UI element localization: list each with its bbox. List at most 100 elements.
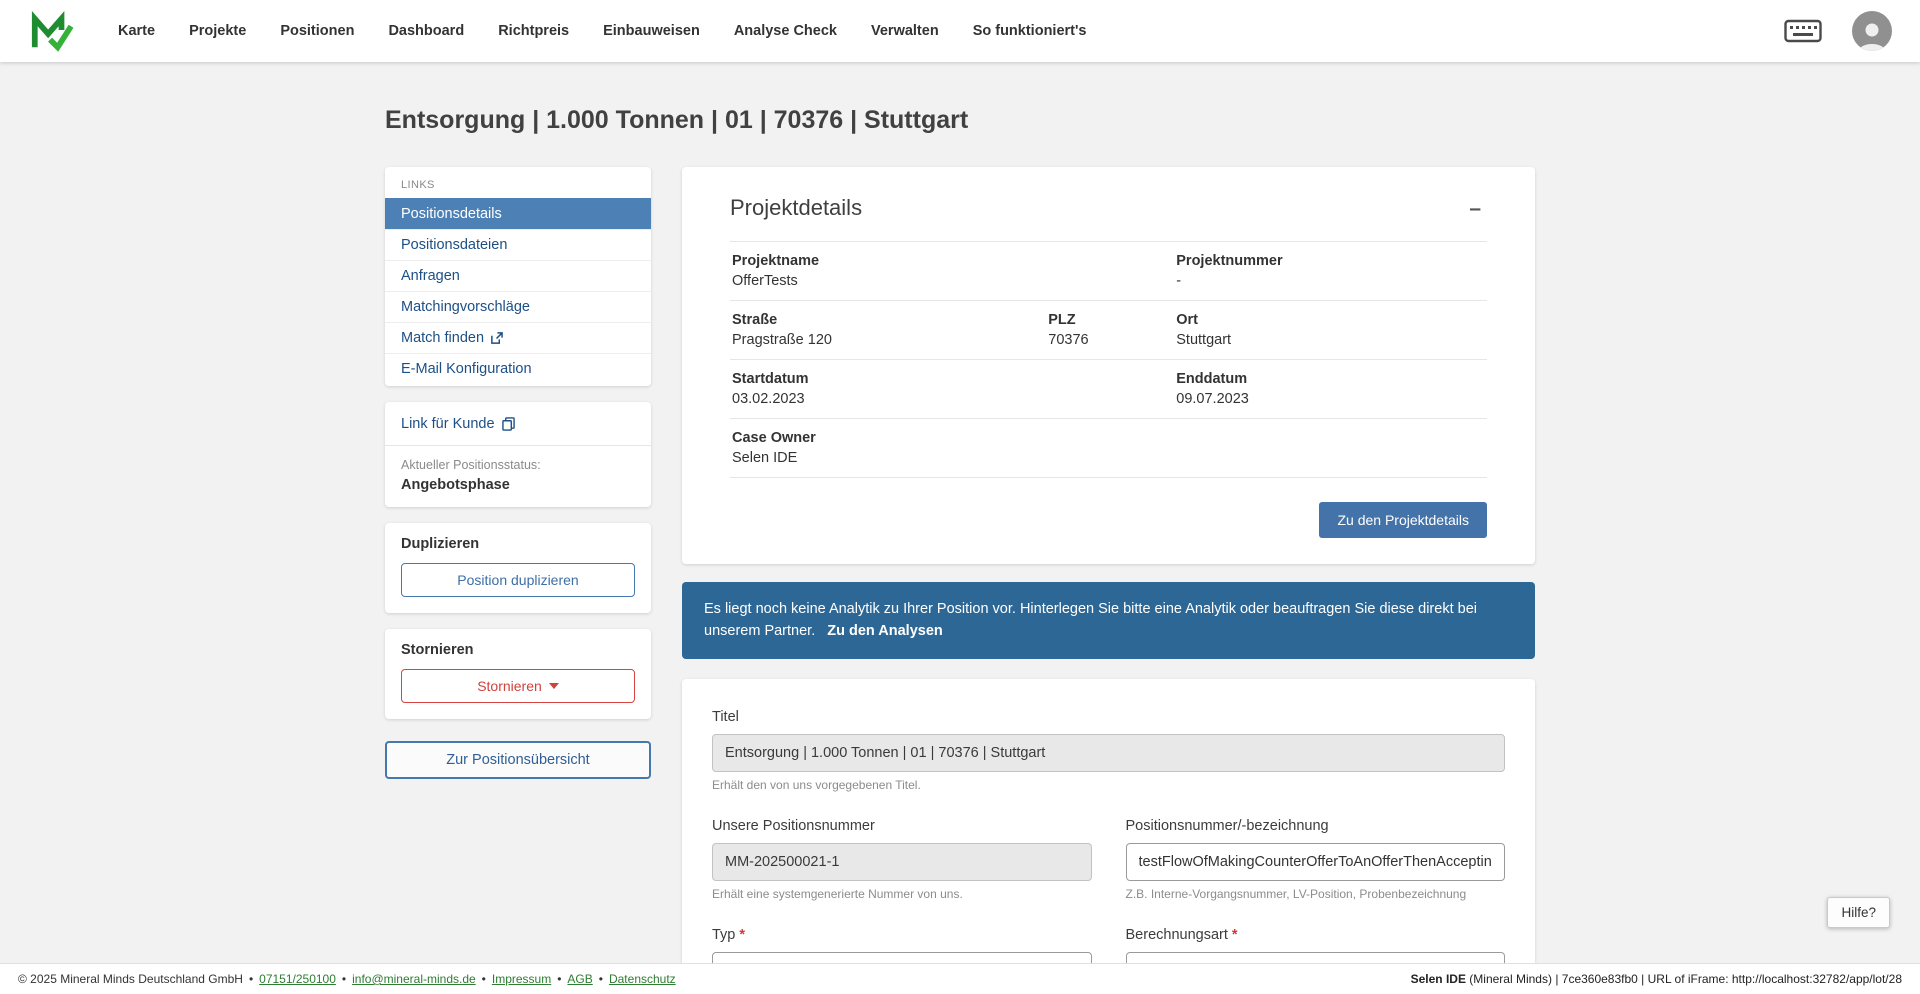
main-navigation: Karte Projekte Positionen Dashboard Rich…	[118, 23, 1087, 39]
cancel-button-label: Stornieren	[477, 678, 542, 694]
keyboard-icon[interactable]	[1784, 19, 1822, 43]
field-value: Stuttgart	[1176, 332, 1232, 348]
project-detail-row: Case Owner Selen IDE	[730, 419, 1487, 478]
nav-item-projekte[interactable]: Projekte	[189, 23, 246, 39]
positionsnummer-input	[712, 842, 1092, 881]
field-label: Startdatum	[732, 371, 809, 387]
project-details-card: Projektdetails – Projektname OfferTests …	[682, 167, 1535, 564]
agb-link[interactable]: AGB	[567, 972, 592, 986]
field-value: OfferTests	[732, 273, 798, 289]
project-details-title: Projektdetails	[730, 195, 863, 220]
field-label: Enddatum	[1176, 371, 1248, 387]
nav-item-karte[interactable]: Karte	[118, 23, 155, 39]
sidebar-item-anfragen[interactable]: Anfragen	[385, 260, 651, 291]
banner-text: Es liegt noch keine Analytik zu Ihrer Po…	[704, 601, 1477, 640]
page-title: Entsorgung | 1.000 Tonnen | 01 | 70376 |…	[385, 106, 969, 134]
nav-item-positionen[interactable]: Positionen	[280, 23, 354, 39]
field-value: 03.02.2023	[732, 391, 805, 407]
field-ort: Ort Stuttgart	[1176, 312, 1485, 348]
field-label: Projektname	[732, 253, 820, 269]
positionsnummer-helper: Erhält eine systemgenerierte Nummer von …	[712, 886, 963, 901]
position-status-label: Aktueller Positionsstatus:	[401, 458, 541, 472]
customer-link[interactable]: Link für Kunde	[401, 416, 515, 432]
separator: •	[341, 972, 347, 986]
berechnungsart-label-text: Berechnungsart	[1125, 926, 1228, 943]
field-plz: PLZ 70376	[1048, 312, 1176, 348]
required-asterisk: *	[1231, 926, 1238, 943]
separator: •	[557, 972, 562, 986]
project-detail-row: Projektname OfferTests Projektnummer -	[730, 242, 1487, 301]
field-label: Ort	[1176, 312, 1198, 328]
field-projektname: Projektname OfferTests	[732, 253, 1176, 289]
titel-helper: Erhält den von uns vorgegebenen Titel.	[712, 777, 921, 792]
help-button[interactable]: Hilfe?	[1827, 897, 1890, 928]
sidebar-item-label: E-Mail Konfiguration	[401, 361, 532, 377]
cancel-position-button[interactable]: Stornieren	[401, 669, 635, 703]
field-value: Selen IDE	[732, 450, 798, 466]
impressum-link[interactable]: Impressum	[492, 972, 551, 986]
separator: •	[248, 972, 254, 986]
positionsnummer-field-group: Unsere Positionsnummer Erhält eine syste…	[712, 818, 1092, 901]
field-value: 70376	[1048, 332, 1089, 348]
required-asterisk: *	[739, 926, 746, 943]
nav-item-einbauweisen[interactable]: Einbauweisen	[603, 23, 700, 39]
bezeichnung-input[interactable]	[1125, 842, 1505, 881]
sidebar-item-label: Matchingvorschläge	[401, 299, 530, 315]
go-to-analyses-link[interactable]: Zu den Analysen	[827, 623, 942, 639]
nav-item-richtpreis[interactable]: Richtpreis	[498, 23, 569, 39]
phone-link[interactable]: 07151/250100	[259, 972, 336, 986]
duplicate-heading: Duplizieren	[401, 536, 480, 552]
collapse-button[interactable]: –	[1463, 196, 1487, 221]
field-label: Projektnummer	[1176, 253, 1283, 269]
position-overview-button[interactable]: Zur Positionsübersicht	[385, 741, 651, 779]
position-status-value: Angebotsphase	[401, 477, 510, 493]
field-value: Pragstraße 120	[732, 332, 832, 348]
separator: •	[481, 972, 486, 986]
session-info: Selen IDE (Mineral Minds) | 7ce360e83fb0…	[1411, 972, 1902, 986]
sidebar-item-label: Match finden	[401, 330, 485, 346]
bezeichnung-label: Positionsnummer/-bezeichnung	[1125, 817, 1329, 834]
sidebar-item-label: Positionsdetails	[401, 206, 502, 222]
positionsnummer-label: Unsere Positionsnummer	[712, 817, 875, 834]
customer-link-label: Link für Kunde	[401, 416, 495, 432]
cancel-heading: Stornieren	[401, 642, 474, 658]
footer: © 2025 Mineral Minds Deutschland GmbH • …	[0, 963, 1920, 994]
sidebar-item-match-finden[interactable]: Match finden	[385, 322, 651, 353]
field-value: -	[1176, 273, 1182, 289]
typ-label: Typ *	[712, 927, 1092, 943]
field-label: Straße	[732, 312, 778, 328]
field-startdatum: Startdatum 03.02.2023	[732, 371, 1176, 407]
sidebar: LINKS Positionsdetails Positionsdateien …	[385, 167, 651, 779]
nav-item-dashboard[interactable]: Dashboard	[388, 23, 464, 39]
sidebar-item-positionsdetails[interactable]: Positionsdetails	[385, 198, 651, 229]
top-navbar: Karte Projekte Positionen Dashboard Rich…	[0, 0, 1920, 62]
external-link-icon	[491, 331, 503, 344]
datenschutz-link[interactable]: Datenschutz	[609, 972, 676, 986]
titel-label: Titel	[712, 708, 739, 725]
sidebar-item-email-konfiguration[interactable]: E-Mail Konfiguration	[385, 353, 651, 384]
nav-item-analyse-check[interactable]: Analyse Check	[734, 23, 837, 39]
sidebar-item-matchingvorschlaege[interactable]: Matchingvorschläge	[385, 291, 651, 322]
field-label: Case Owner	[732, 430, 816, 446]
titel-input	[712, 733, 1505, 772]
duplicate-position-button[interactable]: Position duplizieren	[401, 563, 635, 597]
chevron-down-icon	[548, 683, 559, 689]
field-label: PLZ	[1048, 312, 1076, 328]
field-projektnummer: Projektnummer -	[1176, 253, 1485, 289]
session-details: (Mineral Minds) | 7ce360e83fb0 | URL of …	[1469, 972, 1902, 986]
session-user: Selen IDE	[1410, 972, 1466, 986]
email-link[interactable]: info@mineral-minds.de	[352, 972, 476, 986]
nav-item-so-funktionierts[interactable]: So funktioniert's	[973, 23, 1087, 39]
project-detail-row: Startdatum 03.02.2023 Enddatum 09.07.202…	[730, 360, 1487, 419]
berechnungsart-label: Berechnungsart *	[1126, 927, 1506, 943]
copy-icon	[501, 417, 515, 431]
nav-item-verwalten[interactable]: Verwalten	[871, 23, 939, 39]
mineral-minds-logo[interactable]	[28, 8, 78, 54]
position-form-card: Titel Erhält den von uns vorgegebenen Ti…	[682, 678, 1535, 994]
bezeichnung-helper: Z.B. Interne-Vorgangsnummer, LV-Position…	[1125, 886, 1467, 901]
sidebar-item-positionsdateien[interactable]: Positionsdateien	[385, 229, 651, 260]
bezeichnung-field-group: Positionsnummer/-bezeichnung Z.B. Intern…	[1125, 817, 1505, 901]
copyright-text: © 2025 Mineral Minds Deutschland GmbH	[18, 972, 243, 986]
user-avatar[interactable]	[1852, 11, 1892, 51]
go-to-project-details-button[interactable]: Zu den Projektdetails	[1319, 502, 1487, 538]
